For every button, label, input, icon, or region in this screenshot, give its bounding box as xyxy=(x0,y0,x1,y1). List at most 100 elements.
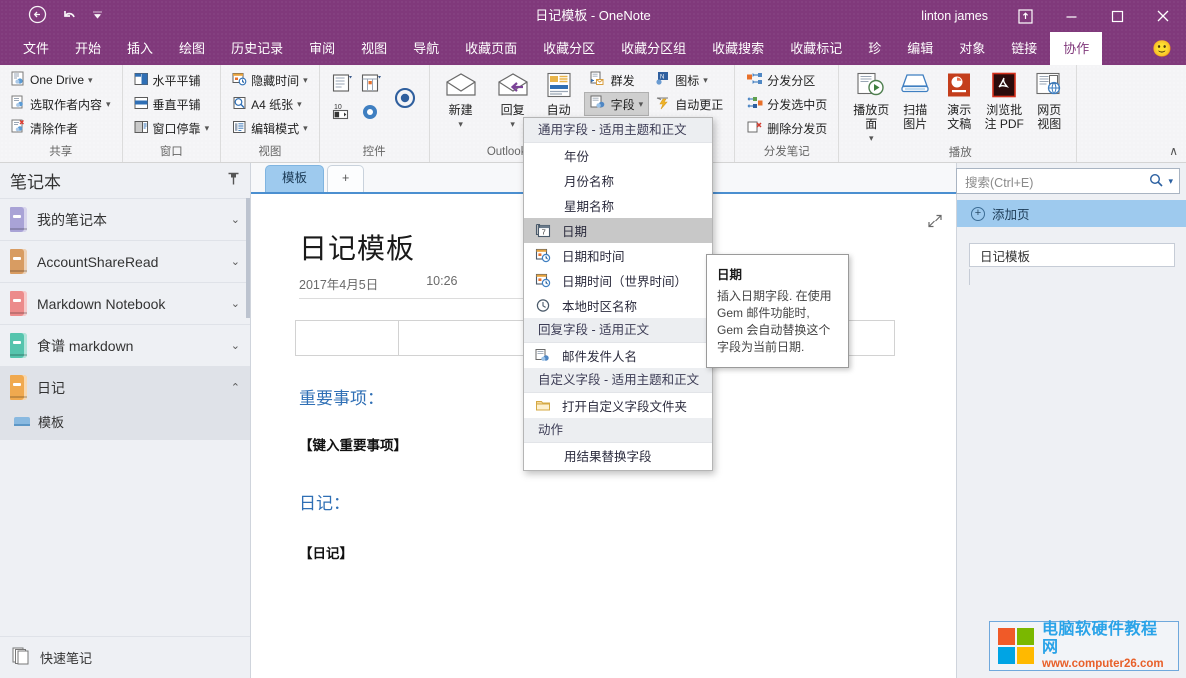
menu-item-date-time-world[interactable]: 日期时间（世界时间） xyxy=(524,268,712,293)
ribbon-tab-fav-search[interactable]: 收藏搜索 xyxy=(699,32,777,65)
expand-icon[interactable] xyxy=(928,214,942,231)
menu-item-replace-field-with-result[interactable]: 用结果替换字段 xyxy=(524,443,712,468)
ribbon-group-share: One Drive ▾ 选取作者内容 ▾ 清除作者 xyxy=(0,65,122,162)
search-icon[interactable] xyxy=(1149,173,1163,190)
page-title[interactable]: 日记模板 xyxy=(299,227,415,267)
chevron-down-icon[interactable]: ⌄ xyxy=(231,213,240,226)
ribbon-tab-edit[interactable]: 编辑 xyxy=(894,32,946,65)
ribbon-group-distribute: 分发分区 分发选中页 删除分发页 xyxy=(734,65,838,162)
chevron-down-icon[interactable]: ⌄ xyxy=(231,297,240,310)
ribbon-display-options-icon[interactable] xyxy=(1002,0,1048,32)
ribbon-tab-collaborate[interactable]: 协作 xyxy=(1050,32,1102,65)
ribbon-tab-home[interactable]: 开始 xyxy=(62,32,114,65)
chevron-down-icon[interactable]: ⌄ xyxy=(231,255,240,268)
option-control-icon[interactable] xyxy=(393,86,417,113)
ribbon-tab-zhen[interactable]: 珍 xyxy=(855,32,894,65)
feedback-smiley-icon[interactable]: 🙂 xyxy=(1152,39,1172,59)
ribbon-tab-view[interactable]: 视图 xyxy=(348,32,400,65)
search-chevron-down-icon[interactable]: ▾ xyxy=(1168,176,1173,187)
hide-time-button[interactable]: 隐藏时间 ▾ xyxy=(226,68,314,92)
quick-notes-button[interactable]: 快速笔记 xyxy=(0,636,250,678)
ribbon-tab-fav-page[interactable]: 收藏页面 xyxy=(452,32,530,65)
menu-item-local-timezone-name[interactable]: 本地时区名称 xyxy=(524,293,712,318)
notebook-item-2[interactable]: Markdown Notebook ⌄ xyxy=(0,282,250,324)
page-heading-important[interactable]: 重要事项： xyxy=(299,384,384,409)
pick-author-button[interactable]: 选取作者内容 ▾ xyxy=(5,92,117,116)
notebook-item-0[interactable]: 我的笔记本 ⌄ xyxy=(0,198,250,240)
clear-author-button[interactable]: 清除作者 xyxy=(5,116,117,140)
ribbon-tab-insert[interactable]: 插入 xyxy=(114,32,166,65)
ribbon-tab-fav-section-group[interactable]: 收藏分区组 xyxy=(608,32,699,65)
minimize-button[interactable] xyxy=(1048,0,1094,32)
ribbon-tab-object[interactable]: 对象 xyxy=(946,32,998,65)
a4-paper-button[interactable]: A4 纸张 ▾ xyxy=(226,92,314,116)
presentation-icon xyxy=(946,72,972,101)
pdf-annotate-icon xyxy=(991,72,1017,101)
listbox-control-icon[interactable] xyxy=(332,72,358,98)
scan-image-button[interactable]: 扫描 图片 xyxy=(893,68,937,132)
account-name[interactable]: linton james xyxy=(907,9,1002,23)
delete-distributed-button[interactable]: 删除分发页 xyxy=(740,116,833,140)
ribbon-tab-link[interactable]: 链接 xyxy=(998,32,1050,65)
menu-item-mail-sender-name[interactable]: 邮件发件人名 xyxy=(524,343,712,368)
ribbon-tab-file[interactable]: 文件 xyxy=(10,32,62,65)
table-cell[interactable] xyxy=(296,321,399,355)
dock-window-button[interactable]: 窗口停靠 ▾ xyxy=(128,116,216,140)
maximize-button[interactable] xyxy=(1094,0,1140,32)
section-tab-template[interactable]: 模板 xyxy=(265,165,324,192)
spinner-control-icon[interactable]: 10 xyxy=(332,101,358,127)
add-page-button[interactable]: + 添加页 xyxy=(957,200,1186,227)
grid-control-icon[interactable] xyxy=(361,72,387,98)
menu-item-year[interactable]: 年份 xyxy=(524,143,712,168)
web-view-button[interactable]: 网页 视图 xyxy=(1027,68,1071,132)
distribute-page-button[interactable]: 分发选中页 xyxy=(740,92,833,116)
page-list-item-0[interactable]: 日记模板 xyxy=(969,243,1175,267)
page-body-important[interactable]: 【键入重要事项】 xyxy=(299,434,407,454)
notebook-item-1[interactable]: AccountShareRead ⌄ xyxy=(0,240,250,282)
pin-icon[interactable] xyxy=(227,172,240,189)
menu-item-month-name[interactable]: 月份名称 xyxy=(524,168,712,193)
ribbon-tab-review[interactable]: 审阅 xyxy=(296,32,348,65)
menu-item-weekday-name[interactable]: 星期名称 xyxy=(524,193,712,218)
fields-button[interactable]: 字段 ▾ xyxy=(584,92,650,116)
add-section-button[interactable]: + xyxy=(327,165,364,192)
ribbon-tab-draw[interactable]: 绘图 xyxy=(166,32,218,65)
menu-item-date[interactable]: 7 日期 xyxy=(524,218,712,243)
nav-scrollbar[interactable] xyxy=(246,198,250,318)
edit-mode-button[interactable]: 编辑模式 ▾ xyxy=(226,116,314,140)
page-time[interactable]: 10:26 xyxy=(426,274,457,293)
radio-control-icon[interactable] xyxy=(361,101,387,127)
onedrive-button[interactable]: One Drive ▾ xyxy=(5,68,117,92)
page-heading-diary[interactable]: 日记： xyxy=(299,489,350,514)
close-button[interactable] xyxy=(1140,0,1186,32)
tile-vertical-label: 垂直平铺 xyxy=(153,96,201,113)
page-date[interactable]: 2017年4月5日 xyxy=(299,274,378,293)
page-body-diary[interactable]: 【日记】 xyxy=(299,542,353,562)
ribbon-tab-fav-section[interactable]: 收藏分区 xyxy=(530,32,608,65)
tile-horizontal-button[interactable]: 水平平铺 xyxy=(128,68,216,92)
presentation-button[interactable]: 演示 文稿 xyxy=(937,68,981,132)
autocorrect-button[interactable]: 自动更正 xyxy=(649,92,729,116)
collapse-ribbon-icon[interactable]: ∧ xyxy=(1169,144,1178,158)
notebook-item-3[interactable]: 食谱 markdown ⌄ xyxy=(0,324,250,366)
fields-label: 字段 xyxy=(611,96,635,113)
tile-vertical-button[interactable]: 垂直平铺 xyxy=(128,92,216,116)
nav-header: 笔记本 xyxy=(0,163,250,198)
new-mail-button[interactable]: 新建 ▾ xyxy=(435,68,487,132)
notebook-item-4[interactable]: 日记 ⌃ xyxy=(0,366,250,408)
search-box[interactable]: 搜索(Ctrl+E) ▾ xyxy=(956,168,1180,194)
icon-button[interactable]: N 图标 ▾ xyxy=(649,68,729,92)
ribbon-tab-navigation[interactable]: 导航 xyxy=(400,32,452,65)
ribbon-tab-fav-tag[interactable]: 收藏标记 xyxy=(777,32,855,65)
pdf-annotate-button[interactable]: 浏览批 注 PDF xyxy=(981,68,1027,132)
ribbon-tab-history[interactable]: 历史记录 xyxy=(218,32,296,65)
chevron-up-icon[interactable]: ⌃ xyxy=(231,381,240,394)
reply-mail-icon xyxy=(497,72,529,101)
distribute-section-button[interactable]: 分发分区 xyxy=(740,68,833,92)
mass-mail-button[interactable]: 群发 xyxy=(584,68,650,92)
menu-item-open-custom-fields-folder[interactable]: 打开自定义字段文件夹 xyxy=(524,393,712,418)
section-item-template[interactable]: 模板 xyxy=(0,408,250,434)
menu-item-date-time[interactable]: 日期和时间 xyxy=(524,243,712,268)
chevron-down-icon[interactable]: ⌄ xyxy=(231,339,240,352)
play-page-button[interactable]: 播放页 面 ▾ xyxy=(849,68,893,146)
